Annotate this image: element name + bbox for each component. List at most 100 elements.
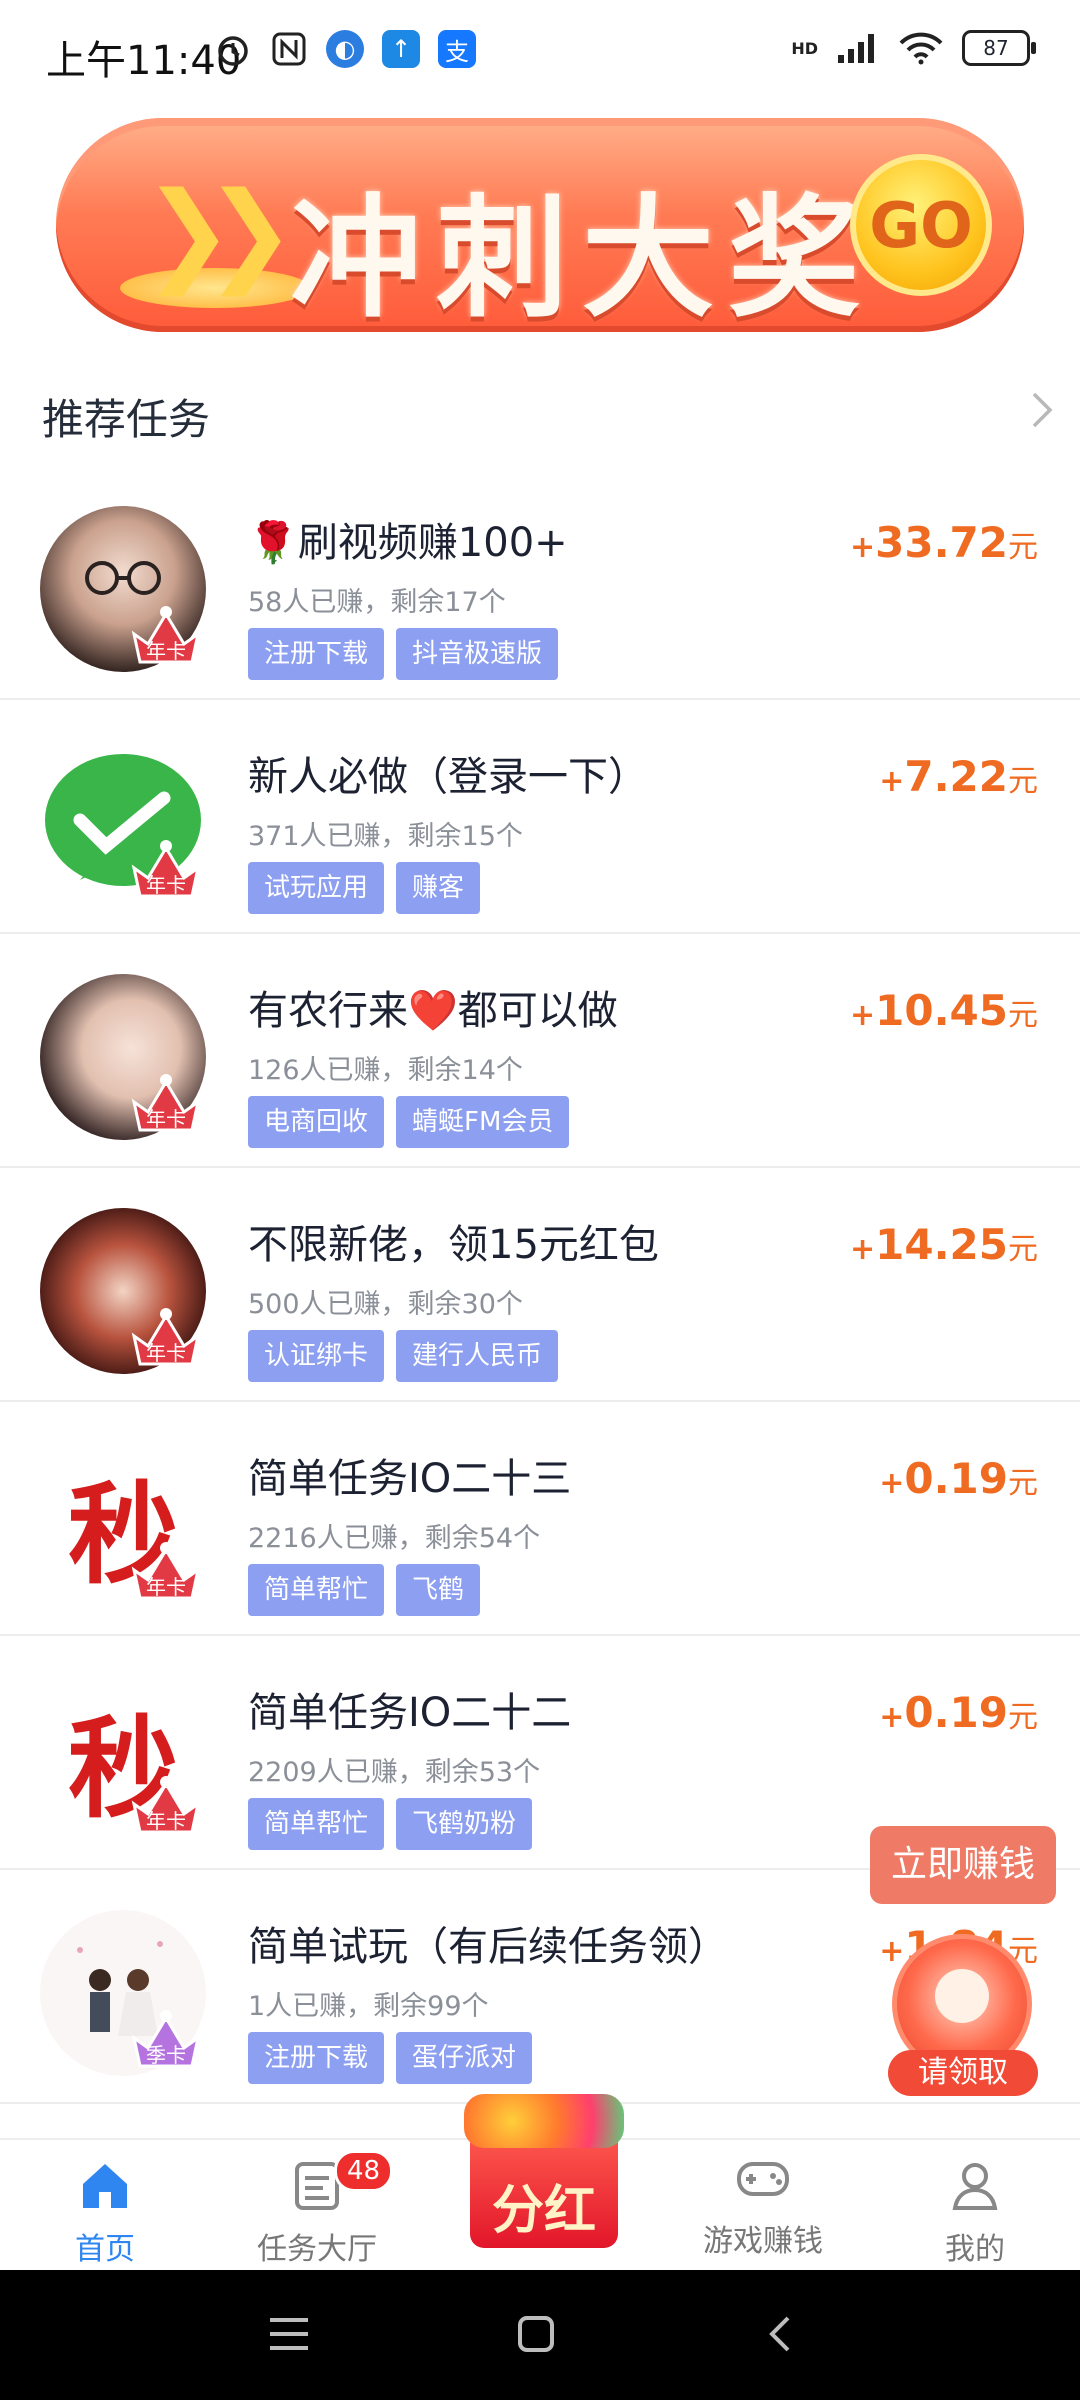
task-avatar: 年卡 <box>40 974 206 1140</box>
crown-badge-icon: 年卡 <box>131 1542 201 1600</box>
task-tags: 电商回收 蜻蜓FM会员 <box>248 1096 570 1148</box>
task-stats: 500人已赚，剩余30个 <box>248 1289 523 1320</box>
crown-badge-icon: 年卡 <box>131 1074 201 1132</box>
task-stats: 58人已赚，剩余17个 <box>248 587 506 618</box>
task-tags: 试玩应用 赚客 <box>248 862 481 914</box>
task-tag: 认证绑卡 <box>248 1330 385 1382</box>
go-button[interactable]: GO <box>850 154 992 296</box>
crown-badge-icon: 年卡 <box>131 1776 201 1834</box>
task-tags: 注册下载 抖音极速版 <box>248 628 559 680</box>
task-row[interactable]: 年卡 🌹刷视频赚100+ 58人已赚，剩余17个 注册下载 抖音极速版 +33.… <box>0 466 1080 700</box>
nav-item-home[interactable]: 首页 <box>30 2158 180 2268</box>
task-stats: 126人已赚，剩余14个 <box>248 1055 523 1086</box>
task-reward: +10.45元 <box>850 986 1038 1035</box>
promo-banner[interactable]: ❯❯ 冲刺大奖 GO <box>56 118 1024 336</box>
task-tag: 试玩应用 <box>248 862 385 914</box>
hd-label: HD <box>791 38 818 58</box>
task-reward: +0.19元 <box>879 1454 1038 1503</box>
task-tag: 简单帮忙 <box>248 1564 385 1616</box>
task-title: 简单任务IO二十二 <box>248 1690 572 1736</box>
task-reward: +7.22元 <box>879 752 1038 801</box>
claim-button[interactable]: 请领取 <box>888 2050 1038 2096</box>
nav-item-profile[interactable]: 我的 <box>900 2158 1050 2268</box>
task-title: 🌹刷视频赚100+ <box>248 520 568 566</box>
earn-now-button[interactable]: 立即赚钱 <box>870 1826 1056 1904</box>
rose-icon: 🌹 <box>248 520 298 566</box>
upload-icon: ↑ <box>382 30 420 68</box>
task-stats: 2216人已赚，剩余54个 <box>248 1523 541 1554</box>
task-stats: 2209人已赚，剩余53个 <box>248 1757 541 1788</box>
double-chevron-icon: ❯❯ <box>142 168 296 296</box>
task-tags: 认证绑卡 建行人民币 <box>248 1330 559 1382</box>
system-nav-bar <box>0 2270 1080 2400</box>
task-row[interactable]: 年卡 有农行来❤️都可以做 126人已赚，剩余14个 电商回收 蜻蜓FM会员 +… <box>0 934 1080 1168</box>
task-tags: 注册下载 蛋仔派对 <box>248 2032 533 2084</box>
task-title: 简单任务IO二十三 <box>248 1456 572 1502</box>
task-title: 有农行来❤️都可以做 <box>248 988 618 1034</box>
gamepad-icon <box>737 2162 789 2196</box>
gift-lid-decoration <box>464 2094 624 2148</box>
wifi-icon <box>899 32 943 65</box>
task-tag: 简单帮忙 <box>248 1798 385 1850</box>
task-tag: 飞鹤奶粉 <box>396 1798 533 1850</box>
crown-badge-icon: 年卡 <box>131 840 201 898</box>
task-count-badge: 48 <box>334 2150 394 2192</box>
task-avatar: 年卡 <box>40 1208 206 1374</box>
person-icon <box>952 2163 998 2210</box>
task-tag: 注册下载 <box>248 2032 385 2084</box>
nav-item-games[interactable]: 游戏赚钱 <box>688 2150 838 2260</box>
task-reward: +0.19元 <box>879 1688 1038 1737</box>
task-tags: 简单帮忙 飞鹤奶粉 <box>248 1798 533 1850</box>
task-title: 简单试玩（有后续任务领） <box>248 1924 728 1970</box>
status-notification-icons: ◐ ↑ 支 <box>214 30 476 68</box>
status-bar: 上午11:40 ◐ ↑ 支 HD 87 <box>0 0 1080 108</box>
task-title: 不限新佬，领15元红包 <box>248 1222 659 1268</box>
task-row[interactable]: 年卡 新人必做（登录一下） 371人已赚，剩余15个 试玩应用 赚客 +7.22… <box>0 700 1080 934</box>
signal-icon <box>838 34 874 63</box>
task-avatar: 秒 年卡 <box>40 1676 206 1842</box>
svg-text:年卡: 年卡 <box>146 1575 186 1599</box>
task-tags: 简单帮忙 飞鹤 <box>248 1564 481 1616</box>
menu-icon[interactable] <box>266 2310 312 2366</box>
home-icon <box>83 2164 127 2208</box>
chevron-right-icon[interactable] <box>1028 388 1058 443</box>
task-stats: 1人已赚，剩余99个 <box>248 1991 489 2022</box>
svg-text:年卡: 年卡 <box>146 1341 186 1365</box>
task-stats: 371人已赚，剩余15个 <box>248 821 523 852</box>
svg-text:年卡: 年卡 <box>146 1107 186 1131</box>
task-row[interactable]: 年卡 不限新佬，领15元红包 500人已赚，剩余30个 认证绑卡 建行人民币 +… <box>0 1168 1080 1402</box>
app-notification-icon: ◐ <box>326 30 364 68</box>
task-tag: 蜻蜓FM会员 <box>396 1096 570 1148</box>
svg-text:季卡: 季卡 <box>146 2043 186 2067</box>
task-tag: 赚客 <box>396 862 481 914</box>
task-tag: 抖音极速版 <box>396 628 559 680</box>
back-icon[interactable] <box>766 2310 796 2366</box>
home-button-icon[interactable] <box>516 2310 556 2366</box>
task-reward: +14.25元 <box>850 1220 1038 1269</box>
status-system-icons: HD 87 <box>791 30 1036 66</box>
dividend-label: 分红 <box>491 2181 596 2241</box>
task-tag: 注册下载 <box>248 628 385 680</box>
nav-item-task-hall[interactable]: 48 任务大厅 <box>242 2150 394 2268</box>
status-time: 上午11:40 <box>46 38 242 84</box>
crown-badge-icon: 年卡 <box>131 606 201 664</box>
battery-indicator: 87 <box>962 30 1036 66</box>
banner-title: 冲刺大奖 <box>290 182 874 336</box>
task-avatar: 秒 年卡 <box>40 1442 206 1608</box>
alarm-icon <box>218 36 248 66</box>
task-tag: 电商回收 <box>248 1096 385 1148</box>
task-tag: 飞鹤 <box>396 1564 481 1616</box>
task-tag: 建行人民币 <box>396 1330 559 1382</box>
svg-text:年卡: 年卡 <box>146 1809 186 1833</box>
nav-item-dividend[interactable]: 分红 <box>464 2088 624 2252</box>
alipay-icon: 支 <box>438 30 476 68</box>
task-avatar: 季卡 <box>40 1910 206 2076</box>
section-title: 推荐任务 <box>42 395 211 444</box>
task-reward: +33.72元 <box>850 518 1038 567</box>
task-title: 新人必做（登录一下） <box>248 754 648 800</box>
task-row[interactable]: 秒 年卡 简单任务IO二十三 2216人已赚，剩余54个 简单帮忙 飞鹤 +0.… <box>0 1402 1080 1636</box>
task-avatar: 年卡 <box>40 506 206 672</box>
crown-badge-icon: 年卡 <box>131 1308 201 1366</box>
svg-text:年卡: 年卡 <box>146 639 186 663</box>
nfc-icon <box>272 32 306 66</box>
